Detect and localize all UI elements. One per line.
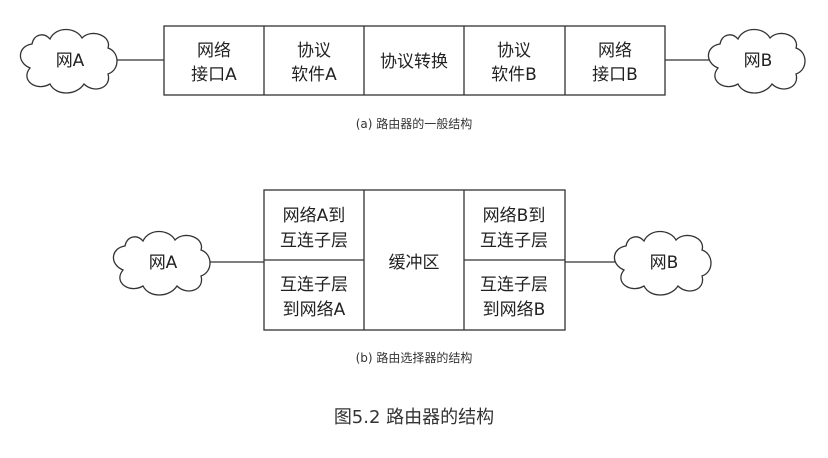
figure-title: 图5.2 路由器的结构 [334,407,494,428]
cloud-net-a: 网A [19,28,118,94]
cell-line: 网络 [197,41,231,61]
cell-line: 软件B [491,65,537,85]
cloud-label: 网A [149,253,178,273]
cell-line: 网络 [598,41,632,61]
diagram-a: 网A 网B 网络 接口A 协议 软件A 协议转换 协议 软件B 网络 接口B (… [19,25,806,131]
cell-line: 协议 [497,41,531,61]
cell-line: 互连子层 [280,275,348,295]
cell-line: 互连子层 [480,275,548,295]
cloud-label: 网B [744,51,773,71]
cloud-net-b: 网B [613,230,712,296]
caption-a: (a) 路由器的一般结构 [356,116,473,131]
cloud-net-a: 网A [112,230,211,296]
cell-line: 到网络B [483,300,546,320]
cell-protocol-conversion: 协议转换 [380,52,448,72]
cloud-net-b: 网B [707,28,806,94]
cell-line: 互连子层 [480,231,548,251]
cell-line: 接口A [191,65,237,85]
cell-line: 网络A到 [283,206,346,226]
caption-b: (b) 路由选择器的结构 [356,350,473,365]
cell-line: 到网络A [283,300,346,320]
diagram-b: 网A 网B 网络A到 互连子层 互连子层 到网络A 缓冲区 网络B到 互连子层 … [112,189,712,365]
cell-line: 协议转换 [380,52,448,72]
cell-line: 缓冲区 [389,253,440,273]
cloud-label: 网A [56,51,85,71]
cell-line: 协议 [297,41,331,61]
cell-line: 互连子层 [280,231,348,251]
cell-line: 软件A [291,65,337,85]
router-structure-diagram: 网A 网B 网络 接口A 协议 软件A 协议转换 协议 软件B 网络 接口B (… [19,25,806,428]
cloud-label: 网B [650,253,679,273]
cell-buffer: 缓冲区 [389,253,440,273]
cell-line: 网络B到 [483,206,546,226]
cell-line: 接口B [592,65,638,85]
